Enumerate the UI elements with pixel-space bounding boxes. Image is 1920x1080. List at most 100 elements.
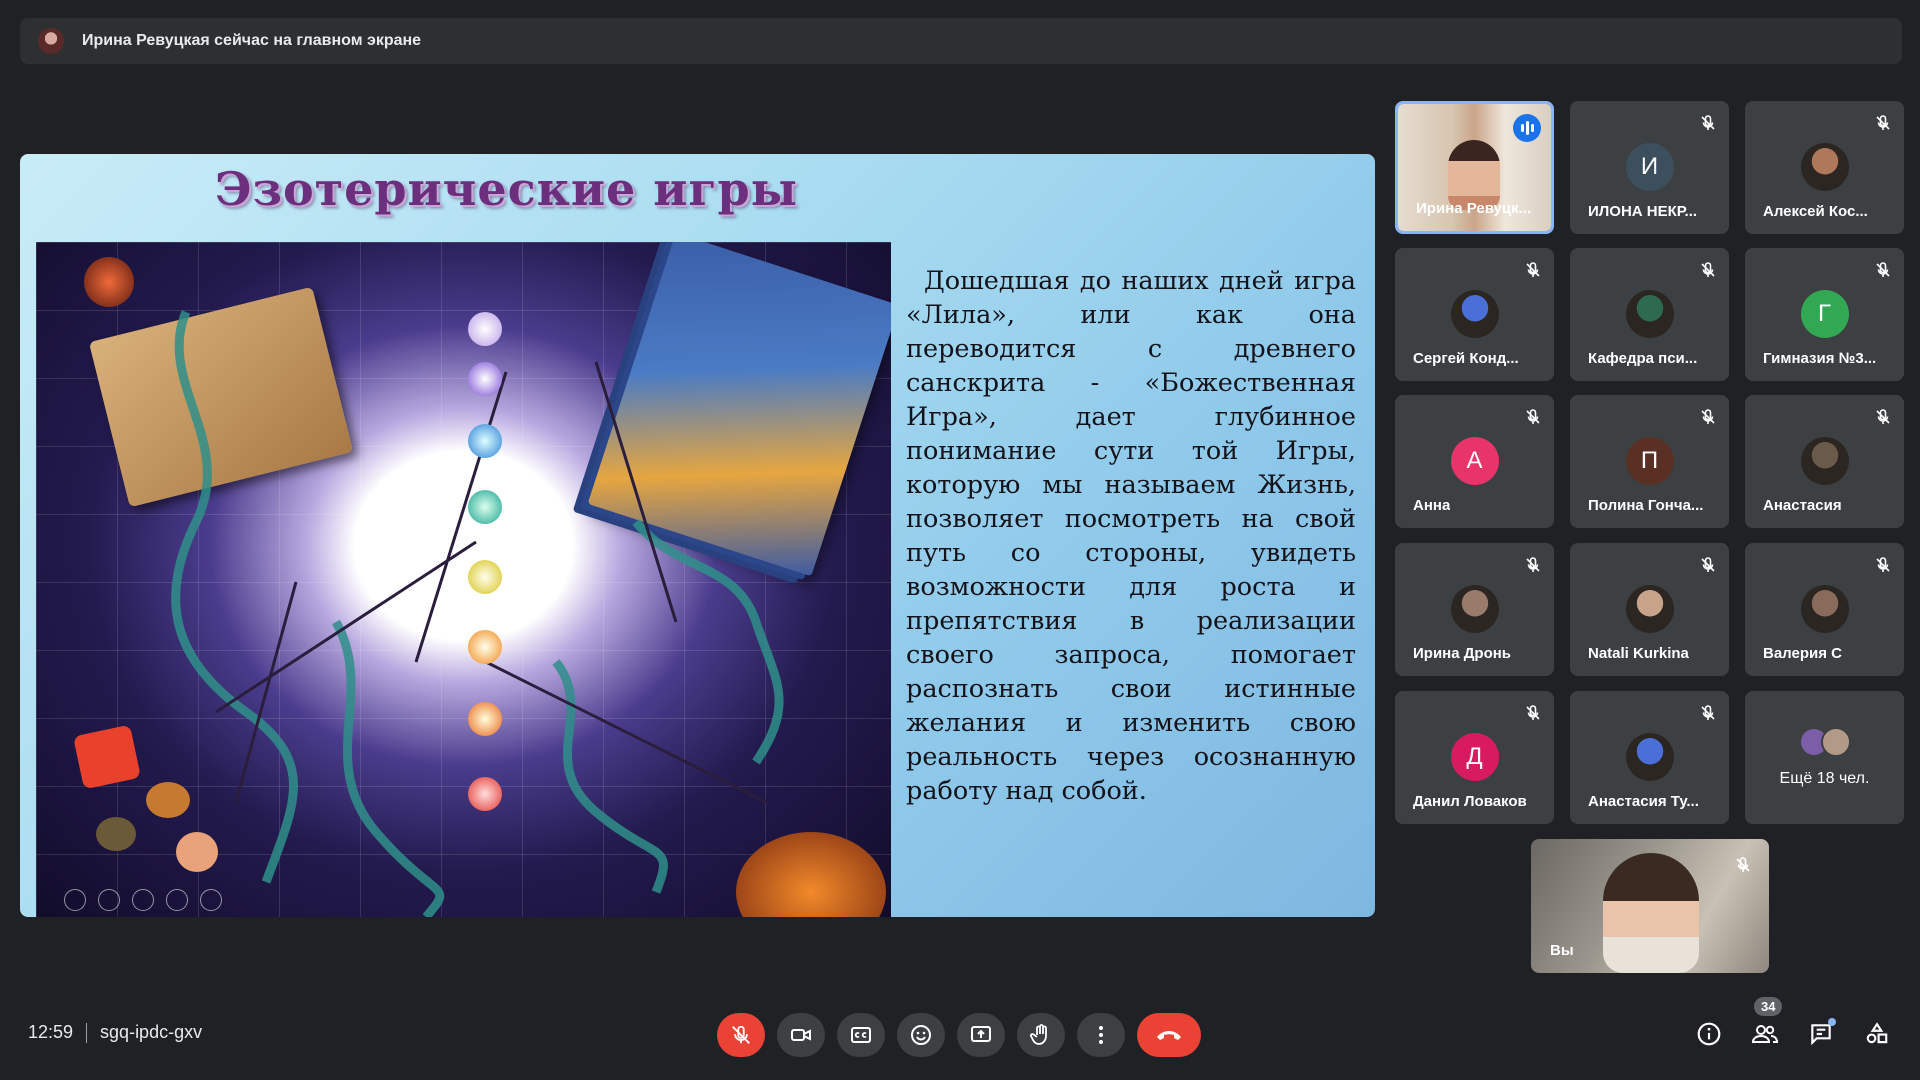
avatar <box>1450 290 1499 338</box>
participant-name: Кафедра пси... <box>1588 350 1698 367</box>
participant-name: Ирина Дронь <box>1413 645 1512 662</box>
participant-tile[interactable]: Г Гимназия №3... <box>1745 248 1904 381</box>
participant-name: Ирина Ревуцк... <box>1416 200 1532 217</box>
zoom-icon[interactable] <box>166 889 188 911</box>
participant-tile[interactable]: А Анна <box>1395 395 1554 528</box>
avatar-initial: А <box>1450 437 1499 485</box>
people-count-badge: 34 <box>1754 997 1783 1016</box>
activities-icon <box>1866 1022 1888 1044</box>
people-icon <box>1751 1025 1779 1043</box>
mic-off-icon <box>1525 557 1541 573</box>
participant-tile[interactable]: Сергей Конд... <box>1395 248 1554 381</box>
meeting-info: 12:59 sgq-ipdc-gxv <box>28 1022 202 1043</box>
participant-name: Анастасия Ту... <box>1588 793 1699 810</box>
chakra-earth <box>468 777 502 811</box>
self-view-tile[interactable]: Вы <box>1531 839 1769 973</box>
planet-image <box>84 257 134 307</box>
more-options-button[interactable] <box>1077 1013 1125 1057</box>
captions-icon <box>851 1027 871 1043</box>
presenter-avatar <box>38 28 64 54</box>
camera-icon <box>791 1029 811 1041</box>
more-participants-tile[interactable]: Ещё 18 чел. <box>1745 691 1904 824</box>
participant-name: Данил Ловаков <box>1413 793 1527 810</box>
info-icon <box>1697 1022 1721 1046</box>
captions-button[interactable] <box>837 1013 885 1057</box>
chat-unread-dot <box>1828 1018 1836 1026</box>
participant-name: Гимназия №3... <box>1763 350 1877 367</box>
chakra-sacral <box>468 630 502 664</box>
avatar <box>1800 437 1849 485</box>
reactions-button[interactable] <box>897 1013 945 1057</box>
call-controls <box>717 1013 1201 1057</box>
participant-tile[interactable]: Валерия С <box>1745 543 1904 676</box>
participant-tile[interactable]: Ирина Ревуцк... <box>1395 101 1554 234</box>
lila-board-image <box>36 242 891 917</box>
avatar <box>1800 143 1849 191</box>
participant-tile[interactable]: И ИЛОНА НЕКР... <box>1570 101 1729 234</box>
participant-name: Полина Гонча... <box>1588 497 1704 514</box>
emoji-icon <box>911 1025 931 1045</box>
participant-tile[interactable]: Д Данил Ловаков <box>1395 691 1554 824</box>
mic-off-icon <box>732 1025 750 1044</box>
avatar-initial: Г <box>1800 290 1849 338</box>
participant-name: Анастасия <box>1763 497 1842 514</box>
camera-toggle-button[interactable] <box>777 1013 825 1057</box>
participant-tile[interactable]: Кафедра пси... <box>1570 248 1729 381</box>
present-button[interactable] <box>957 1013 1005 1057</box>
avatar <box>1625 733 1674 781</box>
mic-off-icon <box>1700 115 1716 131</box>
hand-icon <box>1030 1024 1047 1045</box>
more-vert-icon <box>1099 1026 1103 1044</box>
more-icon[interactable] <box>200 889 222 911</box>
raise-hand-button[interactable] <box>1017 1013 1065 1057</box>
chakra-crown <box>468 312 502 346</box>
mic-off-icon <box>1700 705 1716 721</box>
chakra-throat <box>468 424 502 458</box>
presenter-banner: Ирина Ревуцкая сейчас на главном экране <box>20 18 1902 64</box>
presenter-banner-text: Ирина Ревуцкая сейчас на главном экране <box>82 32 422 49</box>
participant-tile[interactable]: Natali Kurkina <box>1570 543 1729 676</box>
chakra-heart <box>468 490 502 524</box>
leave-call-button[interactable] <box>1137 1013 1201 1057</box>
mic-off-icon <box>1700 409 1716 425</box>
avatar-initial: П <box>1625 437 1674 485</box>
chat-button[interactable] <box>1800 1013 1842 1055</box>
stone-image <box>96 817 136 851</box>
mic-off-icon <box>1736 857 1750 872</box>
meeting-details-button[interactable] <box>1688 1013 1730 1055</box>
meeting-code: sgq-ipdc-gxv <box>100 1022 203 1042</box>
stone-image <box>146 782 190 818</box>
self-video <box>1603 853 1699 973</box>
mic-toggle-button[interactable] <box>717 1013 765 1057</box>
participant-tile[interactable]: Алексей Кос... <box>1745 101 1904 234</box>
mic-off-icon <box>1525 262 1541 278</box>
slide-title: Эзотерические игры <box>215 162 798 216</box>
participant-tile[interactable]: П Полина Гонча... <box>1570 395 1729 528</box>
side-panel-controls: 34 <box>1688 997 1898 1055</box>
participant-name: ИЛОНА НЕКР... <box>1588 203 1698 220</box>
mic-off-icon <box>1875 557 1891 573</box>
avatar-initial: И <box>1625 143 1674 191</box>
participant-tile[interactable]: Анастасия Ту... <box>1570 691 1729 824</box>
activities-button[interactable] <box>1856 1013 1898 1055</box>
chakra-solar <box>468 560 502 594</box>
people-button[interactable]: 34 <box>1744 997 1786 1055</box>
slide-body-text: Дошедшая до наших дней игра «Лила», или … <box>906 266 1356 806</box>
mic-off-icon <box>1700 262 1716 278</box>
avatar-initial: Д <box>1450 733 1499 781</box>
mic-off-icon <box>1875 115 1891 131</box>
play-icon[interactable] <box>64 889 86 911</box>
avatar <box>1450 585 1499 633</box>
present-screen-icon <box>971 1026 991 1042</box>
participant-tile[interactable]: Ирина Дронь <box>1395 543 1554 676</box>
mic-off-icon <box>1525 705 1541 721</box>
grid-icon[interactable] <box>132 889 154 911</box>
shared-screen: Эзотерические игры Дошедшая до наших дне… <box>20 154 1375 917</box>
participant-name: Natali Kurkina <box>1588 645 1689 662</box>
avatar <box>1625 585 1674 633</box>
more-participants-label: Ещё 18 чел. <box>1779 770 1870 787</box>
participant-name: Алексей Кос... <box>1763 203 1868 220</box>
speaking-indicator-icon <box>1513 114 1541 142</box>
pen-icon[interactable] <box>98 889 120 911</box>
participant-tile[interactable]: Анастасия <box>1745 395 1904 528</box>
